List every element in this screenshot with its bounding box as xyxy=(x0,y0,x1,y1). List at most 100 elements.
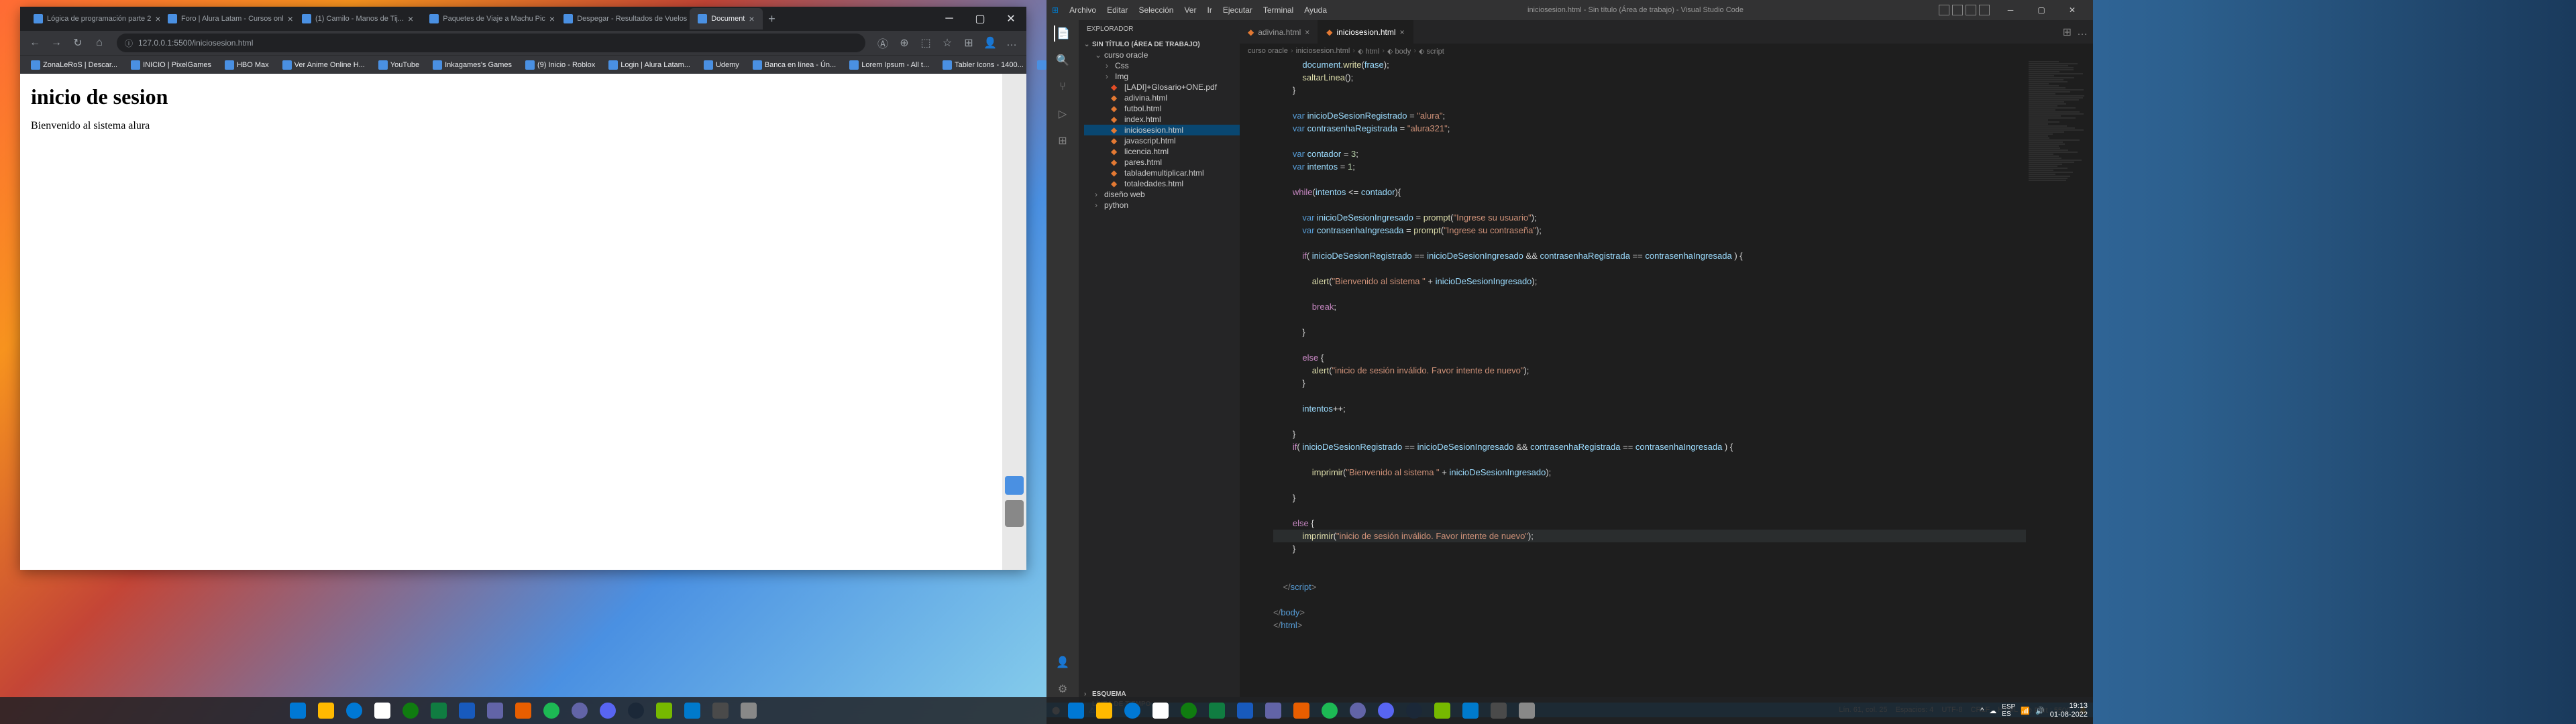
tab-close-icon[interactable]: × xyxy=(155,13,160,24)
browser-tab[interactable]: Document× xyxy=(690,8,762,29)
code-line[interactable]: } xyxy=(1273,377,2093,389)
bookmark-item[interactable]: ZonaLeRoS | Descar... xyxy=(25,59,123,71)
bookmark-item[interactable]: (9) Inicio - Roblox xyxy=(520,59,600,71)
code-line[interactable] xyxy=(1273,389,2093,402)
code-line[interactable]: alert("Bienvenido al sistema " + inicioD… xyxy=(1273,275,2093,288)
code-editor[interactable]: document.write(frase); saltarLinea(); } … xyxy=(1240,58,2093,703)
tab-close-icon[interactable]: × xyxy=(1400,27,1405,37)
folder-img[interactable]: › Img xyxy=(1084,71,1240,82)
code-line[interactable]: } xyxy=(1273,84,2093,97)
source-control-icon[interactable]: ⑂ xyxy=(1055,79,1071,95)
bookmark-item[interactable]: Udemy xyxy=(698,59,745,71)
code-line[interactable]: } xyxy=(1273,542,2093,555)
file-item[interactable]: ◆adivina.html xyxy=(1084,93,1240,103)
translate-button[interactable]: Ⓐ xyxy=(873,34,892,52)
onedrive-icon[interactable]: ☁ xyxy=(1989,707,1996,715)
menu-item[interactable]: Ver xyxy=(1179,5,1201,15)
code-line[interactable]: var contrasenhaIngresada = prompt("Ingre… xyxy=(1273,224,2093,237)
discord-icon[interactable] xyxy=(1373,697,1399,724)
code-line[interactable] xyxy=(1273,568,2093,581)
maximize-button[interactable]: ▢ xyxy=(965,7,996,31)
app-icon[interactable] xyxy=(735,697,762,724)
nvidia-icon[interactable] xyxy=(1429,697,1456,724)
file-item[interactable]: ◆pares.html xyxy=(1084,157,1240,168)
extensions-button[interactable]: ⬚ xyxy=(916,34,935,52)
code-line[interactable] xyxy=(1273,288,2093,300)
app-icon[interactable] xyxy=(707,697,734,724)
tab-close-icon[interactable]: × xyxy=(549,13,555,24)
browser-tab[interactable]: Lógica de programación parte 2× xyxy=(25,8,160,29)
bookmark-item[interactable]: Banca en línea - Ún... xyxy=(747,59,841,71)
tab-close-icon[interactable]: × xyxy=(749,13,754,24)
menu-item[interactable]: Ayuda xyxy=(1299,5,1332,15)
tray-chevron-icon[interactable]: ^ xyxy=(1980,707,1984,715)
menu-item[interactable]: Ejecutar xyxy=(1218,5,1258,15)
word-icon[interactable] xyxy=(453,697,480,724)
editor-tab[interactable]: ◆iniciosesion.html× xyxy=(1318,20,1413,44)
steam-icon[interactable] xyxy=(1401,697,1428,724)
editor-tab[interactable]: ◆adivina.html× xyxy=(1240,20,1318,44)
teams-icon[interactable] xyxy=(482,697,508,724)
address-bar[interactable]: ⓘ 127.0.0.1:5500/iniciosesion.html xyxy=(117,34,865,52)
app-icon[interactable] xyxy=(1485,697,1512,724)
code-line[interactable]: var intentos = 1; xyxy=(1273,160,2093,173)
code-line[interactable]: } xyxy=(1273,428,2093,440)
menu-item[interactable]: Selección xyxy=(1133,5,1179,15)
code-line[interactable] xyxy=(1273,555,2093,568)
word-icon[interactable] xyxy=(1232,697,1258,724)
code-line[interactable]: imprimir("inicio de sesión inválido. Fav… xyxy=(1273,530,2093,542)
search-icon[interactable]: 🔍 xyxy=(1055,52,1071,68)
browser-tab[interactable]: (1) Camilo - Manos de Tij...× xyxy=(294,8,421,29)
menu-button[interactable]: … xyxy=(1002,34,1021,52)
chat-icon[interactable] xyxy=(1344,697,1371,724)
code-line[interactable] xyxy=(1273,313,2093,326)
code-line[interactable]: if( inicioDeSesionRegistrado == inicioDe… xyxy=(1273,249,2093,262)
code-line[interactable]: intentos++; xyxy=(1273,402,2093,415)
folder-diseno[interactable]: › diseño web xyxy=(1084,189,1240,200)
extensions-icon[interactable]: ⊞ xyxy=(1055,133,1071,149)
file-item[interactable]: ◆javascript.html xyxy=(1084,135,1240,146)
code-line[interactable] xyxy=(1273,339,2093,351)
bookmark-item[interactable]: Ver Anime Online H... xyxy=(277,59,370,71)
zoom-button[interactable]: ⊕ xyxy=(895,34,914,52)
edge-icon[interactable] xyxy=(1119,697,1146,724)
file-item[interactable]: ◆totaledades.html xyxy=(1084,178,1240,189)
language-indicator[interactable]: ESP ES xyxy=(2002,703,2015,718)
close-button[interactable]: ✕ xyxy=(996,7,1026,31)
folder-curso-oracle[interactable]: ⌄ curso oracle xyxy=(1084,50,1240,60)
code-line[interactable] xyxy=(1273,97,2093,109)
discord-icon[interactable] xyxy=(594,697,621,724)
code-line[interactable]: alert("inicio de sesión inválido. Favor … xyxy=(1273,364,2093,377)
code-line[interactable]: else { xyxy=(1273,517,2093,530)
tab-close-icon[interactable]: × xyxy=(1305,27,1309,37)
vscode-icon[interactable] xyxy=(679,697,706,724)
profile-button[interactable]: 👤 xyxy=(981,34,1000,52)
file-item[interactable]: ◆iniciosesion.html xyxy=(1084,125,1240,135)
code-line[interactable]: if( inicioDeSesionRegistrado == inicioDe… xyxy=(1273,440,2093,453)
code-line[interactable]: </html> xyxy=(1273,619,2093,631)
tab-close-icon[interactable]: × xyxy=(408,13,413,24)
bookmark-item[interactable]: HBO Max xyxy=(219,59,274,71)
layout-icon[interactable] xyxy=(1966,5,1976,15)
explorer-icon[interactable]: 📄 xyxy=(1054,25,1070,42)
code-line[interactable]: break; xyxy=(1273,300,2093,313)
code-line[interactable] xyxy=(1273,415,2093,428)
bookmark-item[interactable]: Tabler Icons - 1400... xyxy=(937,59,1029,71)
code-line[interactable] xyxy=(1273,173,2093,186)
code-line[interactable] xyxy=(1273,593,2093,606)
settings-icon[interactable]: ⚙ xyxy=(1055,681,1071,697)
breadcrumb-item[interactable]: ⬖ script xyxy=(1419,47,1444,56)
file-explorer-icon[interactable] xyxy=(313,697,339,724)
spotify-icon[interactable] xyxy=(538,697,565,724)
menu-item[interactable]: Ir xyxy=(1201,5,1217,15)
minimap[interactable] xyxy=(2026,58,2093,703)
bookmark-item[interactable]: Lorem Ipsum - All t... xyxy=(844,59,934,71)
favorites-button[interactable]: ☆ xyxy=(938,34,957,52)
file-item[interactable]: ◆licencia.html xyxy=(1084,146,1240,157)
reload-button[interactable]: ↻ xyxy=(68,34,87,52)
breadcrumb-item[interactable]: ⬖ html xyxy=(1358,47,1379,56)
file-item[interactable]: ◆futbol.html xyxy=(1084,103,1240,114)
code-line[interactable]: var contador = 3; xyxy=(1273,147,2093,160)
volume-icon[interactable]: 🔊 xyxy=(2035,707,2045,715)
breadcrumb-item[interactable]: curso oracle xyxy=(1248,47,1288,55)
